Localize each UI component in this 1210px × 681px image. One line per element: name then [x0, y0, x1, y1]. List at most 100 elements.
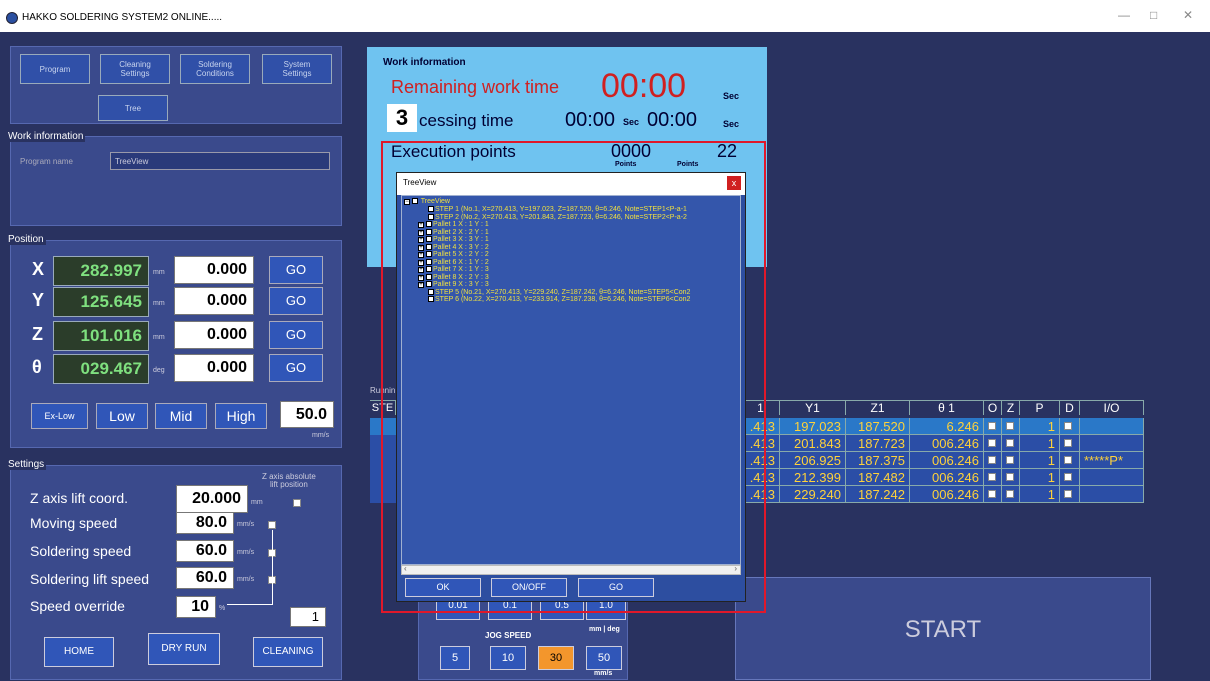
checkbox-icon[interactable]: [1064, 422, 1072, 430]
checkbox-icon[interactable]: [1064, 473, 1072, 481]
checkbox-icon[interactable]: [1064, 456, 1072, 464]
go-button[interactable]: GO: [578, 578, 654, 597]
checkbox-icon[interactable]: [426, 243, 432, 250]
tree-node[interactable]: + Pallet 5 X : 2 Y : 2: [418, 251, 489, 258]
expand-icon[interactable]: +: [418, 259, 424, 266]
tree-node[interactable]: STEP 5 (No.21, X=270.413, Y=229.240, Z=1…: [428, 289, 690, 296]
treeview-close-button[interactable]: x: [727, 176, 741, 190]
checkbox-icon[interactable]: [428, 213, 434, 220]
expand-icon[interactable]: +: [418, 222, 424, 228]
maximize-button[interactable]: □: [1150, 8, 1157, 22]
dry-run-button[interactable]: DRY RUN: [148, 633, 220, 665]
on-off-button[interactable]: ON/OFF: [491, 578, 567, 597]
expand-icon[interactable]: +: [418, 267, 424, 273]
checkbox-icon[interactable]: [1006, 456, 1014, 464]
axis-0-target-input[interactable]: 0.000: [174, 256, 254, 284]
axis-1-target-input[interactable]: 0.000: [174, 287, 254, 315]
moving-speed-checkbox[interactable]: [268, 521, 276, 529]
minimize-button[interactable]: —: [1118, 8, 1130, 22]
axis-0-go-button[interactable]: GO: [269, 256, 323, 284]
home-button[interactable]: HOME: [44, 637, 114, 667]
speed-override-input[interactable]: 10: [176, 596, 216, 618]
scroll-right-icon[interactable]: ›: [734, 564, 737, 573]
speed-mid-button[interactable]: Mid: [155, 403, 207, 429]
tree-node[interactable]: + Pallet 2 X : 2 Y : 1: [418, 229, 489, 236]
scroll-left-icon[interactable]: ‹: [404, 564, 407, 573]
override-count-box[interactable]: 1: [290, 607, 326, 627]
tree-button[interactable]: Tree: [98, 95, 168, 121]
jog-speed-50-button[interactable]: 50: [586, 646, 622, 670]
checkbox-icon[interactable]: [1064, 490, 1072, 498]
checkbox-icon[interactable]: [426, 251, 432, 258]
tree-node[interactable]: + Pallet 1 X : 1 Y : 1: [418, 221, 489, 228]
tree-node[interactable]: + Pallet 9 X : 3 Y : 3: [418, 281, 489, 288]
axis-1-go-button[interactable]: GO: [269, 287, 323, 315]
expand-icon[interactable]: +: [418, 237, 424, 243]
cleaning-button[interactable]: CLEANING: [253, 637, 323, 667]
tree-node[interactable]: + Pallet 7 X : 1 Y : 3: [418, 266, 489, 273]
expand-icon[interactable]: +: [418, 244, 424, 251]
tree-node[interactable]: + Pallet 4 X : 3 Y : 2: [418, 244, 489, 251]
jog-speed-5-button[interactable]: 5: [440, 646, 470, 670]
checkbox-icon[interactable]: [1006, 439, 1014, 447]
tree-node[interactable]: STEP 2 (No.2, X=270.413, Y=201.843, Z=18…: [428, 214, 687, 221]
checkbox-icon[interactable]: [426, 273, 432, 280]
checkbox-icon[interactable]: [426, 281, 432, 288]
z-lift-coord-input[interactable]: 20.000: [176, 485, 248, 513]
checkbox-icon[interactable]: [1006, 473, 1014, 481]
system-settings-button[interactable]: System Settings: [262, 54, 332, 84]
moving-speed-input[interactable]: 80.0: [176, 512, 234, 534]
checked-checkbox-icon[interactable]: [988, 473, 996, 481]
checked-checkbox-icon[interactable]: [988, 439, 996, 447]
checkbox-icon[interactable]: [1006, 490, 1014, 498]
tree-list[interactable]: − TreeView STEP 1 (No.1, X=270.413, Y=19…: [401, 195, 741, 565]
checkbox-icon[interactable]: [426, 228, 432, 235]
close-window-button[interactable]: ✕: [1183, 8, 1193, 22]
tree-node[interactable]: STEP 1 (No.1, X=270.413, Y=197.023, Z=18…: [428, 206, 687, 213]
checked-checkbox-icon[interactable]: [988, 422, 996, 430]
checked-checkbox-icon[interactable]: [988, 456, 996, 464]
expand-icon[interactable]: +: [418, 282, 424, 288]
tree-node[interactable]: + Pallet 6 X : 1 Y : 2: [418, 259, 489, 266]
program-button[interactable]: Program: [20, 54, 90, 84]
checked-checkbox-icon[interactable]: [988, 490, 996, 498]
collapse-icon[interactable]: −: [404, 199, 410, 205]
checkbox-icon[interactable]: [426, 236, 432, 243]
soldering-lift-speed-input[interactable]: 60.0: [176, 567, 234, 589]
axis-2-target-input[interactable]: 0.000: [174, 321, 254, 349]
tree-node[interactable]: + Pallet 3 X : 3 Y : 1: [418, 236, 489, 243]
soldering-speed-label: Soldering speed: [30, 543, 132, 559]
speed-high-button[interactable]: High: [215, 403, 267, 429]
checkbox-icon[interactable]: [1064, 439, 1072, 447]
horizontal-scrollbar[interactable]: ‹ ›: [401, 564, 741, 575]
tree-node[interactable]: + Pallet 8 X : 2 Y : 3: [418, 274, 489, 281]
checkbox-icon[interactable]: [428, 296, 434, 303]
move-speed-input[interactable]: 50.0: [280, 401, 334, 428]
ok-button[interactable]: OK: [405, 578, 481, 597]
program-name-field[interactable]: TreeView: [110, 152, 330, 170]
axis-2-go-button[interactable]: GO: [269, 321, 323, 349]
checkbox-icon[interactable]: [428, 206, 434, 213]
axis-3-go-button[interactable]: GO: [269, 354, 323, 382]
speed-ex-low-button[interactable]: Ex-Low: [31, 403, 88, 429]
checkbox-icon[interactable]: [426, 266, 432, 273]
checkbox-icon[interactable]: [426, 258, 432, 265]
z-abs-checkbox[interactable]: [293, 499, 301, 507]
checkbox-icon[interactable]: [1006, 422, 1014, 430]
axis-3-target-input[interactable]: 0.000: [174, 354, 254, 382]
jog-speed-30-button[interactable]: 30: [538, 646, 574, 670]
start-button[interactable]: START: [735, 577, 1151, 680]
checkbox-icon[interactable]: [428, 288, 434, 295]
jog-speed-10-button[interactable]: 10: [490, 646, 526, 670]
tree-node[interactable]: STEP 6 (No.22, X=270.413, Y=233.914, Z=1…: [428, 296, 690, 303]
cleaning-settings-button[interactable]: Cleaning Settings: [100, 54, 170, 84]
checkbox-icon[interactable]: [426, 221, 432, 228]
expand-icon[interactable]: +: [418, 229, 424, 236]
speed-low-button[interactable]: Low: [96, 403, 148, 429]
tree-root-node[interactable]: − TreeView: [404, 198, 450, 205]
expand-icon[interactable]: +: [418, 252, 424, 258]
soldering-speed-input[interactable]: 60.0: [176, 540, 234, 562]
expand-icon[interactable]: +: [418, 274, 424, 281]
soldering-conditions-button[interactable]: Soldering Conditions: [180, 54, 250, 84]
checkbox-icon[interactable]: [411, 198, 418, 205]
